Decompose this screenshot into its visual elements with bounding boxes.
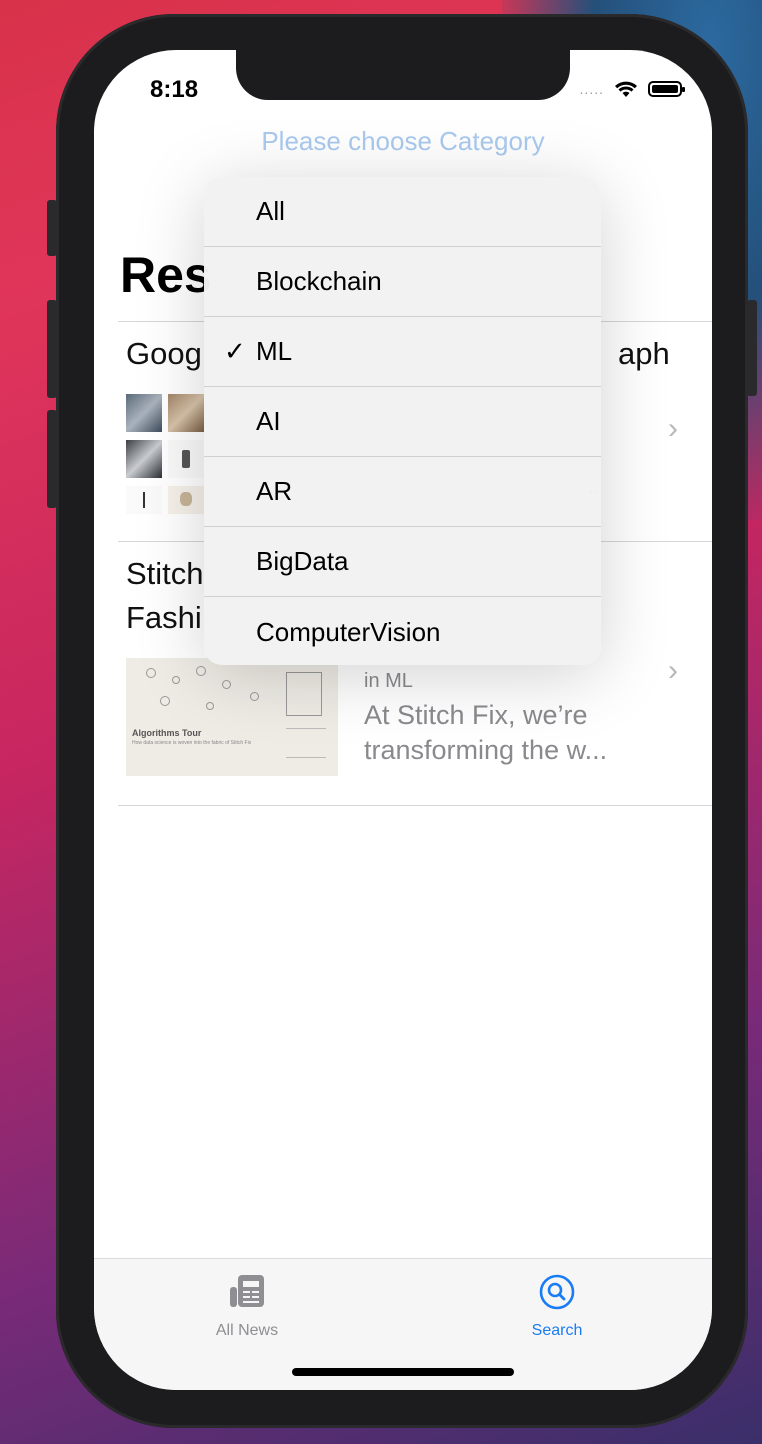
signal-dots: .....	[579, 81, 604, 97]
menu-item-ml[interactable]: ✓ ML	[204, 317, 601, 387]
article-title-line1: Stitch	[126, 556, 204, 591]
tab-all-news[interactable]: All News	[172, 1273, 322, 1340]
article-description: At Stitch Fix, we’re transforming the w.…	[364, 698, 684, 768]
mute-switch	[47, 200, 57, 256]
divider	[118, 805, 712, 806]
article-description-line2: transforming the w...	[364, 735, 608, 765]
volume-down-button	[47, 410, 57, 508]
menu-item-label: All	[256, 196, 285, 226]
battery-icon	[648, 81, 685, 97]
menu-item-label: BigData	[256, 546, 349, 576]
article-title-right: aph	[618, 336, 670, 371]
menu-item-label: AR	[256, 476, 293, 506]
newspaper-icon	[230, 1275, 264, 1307]
menu-item-ar[interactable]: AR	[204, 457, 601, 527]
checkmark-icon: ✓	[224, 336, 246, 366]
menu-item-label: AI	[256, 406, 281, 436]
menu-item-all[interactable]: All	[204, 177, 601, 247]
article-title-left: Goog	[126, 336, 202, 371]
home-indicator[interactable]	[292, 1368, 514, 1376]
menu-item-label: ComputerVision	[256, 616, 441, 647]
chevron-right-icon: ›	[668, 654, 678, 687]
category-menu: All Blockchain ✓ ML AI AR BigData Comput…	[204, 177, 601, 665]
tab-label: Search	[531, 1322, 583, 1339]
article-description-line1: At Stitch Fix, we’re	[364, 700, 588, 730]
tab-search[interactable]: Search	[482, 1273, 632, 1340]
status-indicators: .....	[579, 80, 685, 98]
menu-item-label: ML	[256, 336, 293, 366]
thumbnail-caption: Algorithms Tour	[132, 728, 202, 738]
menu-item-label: Blockchain	[256, 266, 382, 296]
menu-item-blockchain[interactable]: Blockchain	[204, 247, 601, 317]
search-icon	[539, 1274, 575, 1310]
notch	[236, 50, 570, 100]
category-picker-button[interactable]: Please choose Category	[94, 126, 712, 157]
volume-up-button	[47, 300, 57, 398]
menu-item-computervision[interactable]: ComputerVision	[204, 597, 601, 665]
app-screen: 8:18 ..... Please choose Category Res Go…	[94, 50, 712, 1390]
thumbnail-subcaption: How data science is woven into the fabri…	[132, 740, 252, 746]
power-button	[747, 300, 757, 396]
wifi-icon	[615, 81, 637, 97]
status-time: 8:18	[150, 76, 199, 103]
tab-label: All News	[215, 1322, 279, 1339]
menu-item-bigdata[interactable]: BigData	[204, 527, 601, 597]
article-title-line2: Fashi	[126, 600, 202, 635]
menu-item-ai[interactable]: AI	[204, 387, 601, 457]
article-thumbnail: Algorithms Tour How data science is wove…	[126, 658, 338, 776]
page-title: Res	[120, 247, 212, 303]
article-category: in ML	[364, 670, 413, 692]
chevron-right-icon: ›	[668, 412, 678, 445]
